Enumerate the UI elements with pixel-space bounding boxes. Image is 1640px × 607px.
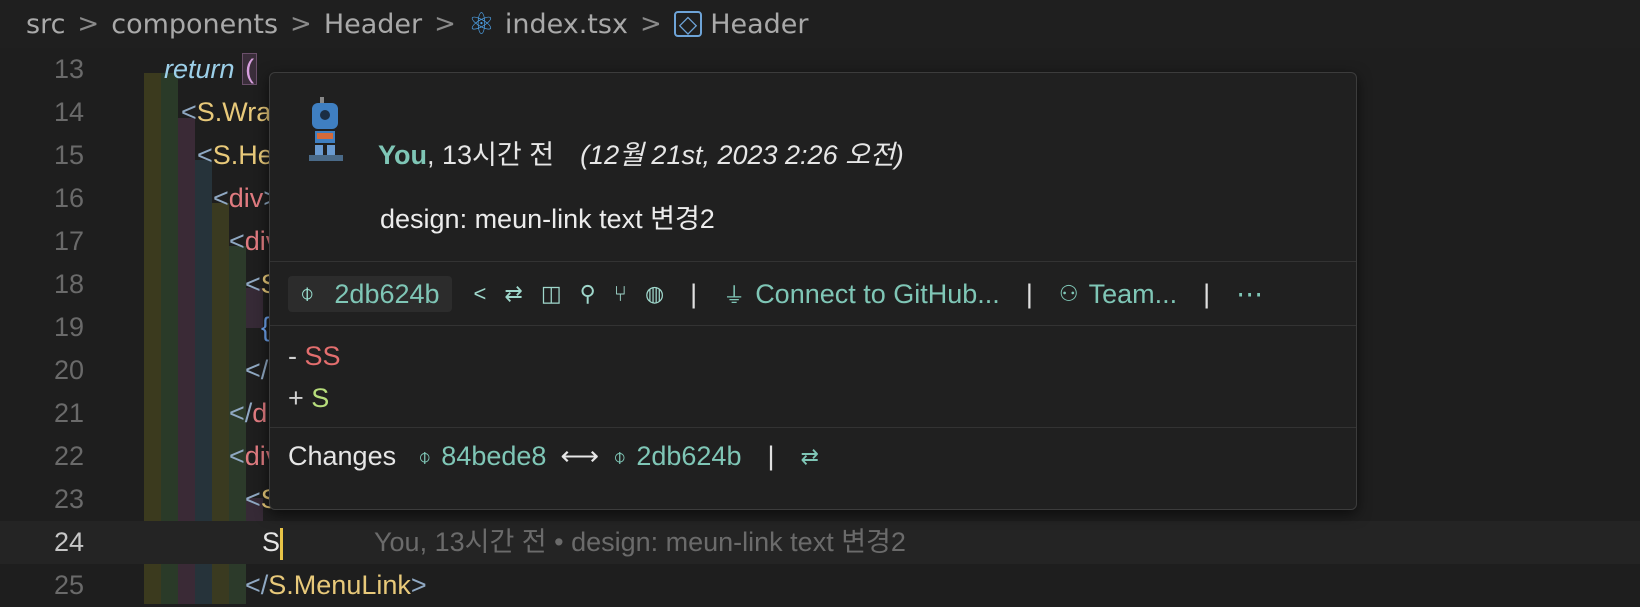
breadcrumb: src > components > Header > ⚛ index.tsx … <box>0 0 1640 48</box>
globe-icon[interactable]: ◍ <box>645 281 664 307</box>
react-icon: ⚛ <box>467 6 495 42</box>
symbol-icon: ◇ <box>673 11 703 37</box>
more-actions-icon[interactable]: ⋯ <box>1236 279 1263 310</box>
bracket-match: ( <box>242 53 258 85</box>
commit-message: design: meun-link text 변경2 <box>380 204 715 234</box>
inline-blame[interactable]: You, 13시간 전 • design: meun-link text 변경2 <box>374 521 906 564</box>
commit-date: (12월 21st, 2023 2:26 오전) <box>580 140 904 170</box>
from-sha-link[interactable]: 84bede8 <box>441 441 546 472</box>
previous-revision-icon[interactable]: < <box>474 281 487 307</box>
divider <box>270 261 1356 262</box>
diff-added-text: S <box>311 383 330 413</box>
code-line-current[interactable]: 24 S You, 13시간 전 • design: meun-link tex… <box>0 521 1640 564</box>
text-content: S <box>262 527 281 557</box>
chevron-right-icon: > <box>639 9 662 39</box>
plug-icon: ⏚ <box>723 283 746 308</box>
git-commit-icon: ⌽ <box>613 443 627 469</box>
commit-sha-button[interactable]: ⌽ 2db624b <box>288 276 452 312</box>
separator: | <box>1203 278 1211 309</box>
commit-actions-bar: ⌽ 2db624b < ⇄ ◫ ⚲ ⑂ ◍ | ⏚ Connect to Git… <box>288 276 1263 312</box>
breadcrumb-src[interactable]: src <box>26 9 65 40</box>
chevron-right-icon: > <box>434 9 456 39</box>
connect-github-link[interactable]: Connect to GitHub... <box>755 279 1000 310</box>
html-tag: div <box>228 183 264 213</box>
code-line[interactable]: 25 </S.MenuLink> <box>0 564 1640 607</box>
relative-time: , 13시간 전 <box>427 140 555 170</box>
author-avatar <box>309 97 343 161</box>
chevron-right-icon: > <box>290 9 312 39</box>
separator: | <box>1025 278 1033 309</box>
open-changes-icon[interactable]: ◫ <box>541 281 562 307</box>
line-number: 16 <box>53 183 84 213</box>
to-sha-link[interactable]: 2db624b <box>636 441 741 472</box>
line-number: 22 <box>53 441 84 471</box>
jsx-tag: S.MenuLink <box>268 570 411 600</box>
text-cursor <box>280 527 284 560</box>
line-number: 23 <box>53 484 84 514</box>
line-number: 19 <box>53 312 84 342</box>
diff-plus-sign: + <box>288 383 312 413</box>
breadcrumb-file[interactable]: index.tsx <box>505 9 628 40</box>
return-keyword: return <box>164 54 235 84</box>
breadcrumb-header-folder[interactable]: Header <box>324 9 422 40</box>
line-number: 14 <box>53 97 84 127</box>
chevron-right-icon: > <box>77 9 100 39</box>
git-commit-icon: ⌽ <box>418 443 432 469</box>
breadcrumb-symbol[interactable]: Header <box>710 9 808 40</box>
diff-minus-sign: - <box>288 341 305 371</box>
diff-removed-text: SS <box>304 341 341 371</box>
compare-changes-icon[interactable]: ⇄ <box>800 444 818 470</box>
commit-graph-icon[interactable]: ⑂ <box>614 281 627 307</box>
git-commit-icon: ⌽ <box>300 280 315 307</box>
commit-author-line: You, 13시간 전 (12월 21st, 2023 2:26 오전) <box>378 133 904 172</box>
changes-label: Changes <box>288 441 397 471</box>
compare-changes-icon[interactable]: ⇄ <box>504 281 522 307</box>
line-number: 24 <box>53 527 84 557</box>
diff-removed-line: - SS <box>288 341 341 372</box>
search-icon[interactable]: ⚲ <box>580 281 596 307</box>
changes-row: Changes ⌽ 84bede8 ⟷ ⌽ 2db624b | ⇄ <box>288 441 819 472</box>
separator: | <box>690 278 698 309</box>
git-blame-hover-card: You, 13시간 전 (12월 21st, 2023 2:26 오전) desi… <box>269 72 1357 510</box>
line-number: 21 <box>53 398 84 428</box>
line-number: 13 <box>53 54 84 84</box>
arrow-icon: ⟷ <box>560 441 600 471</box>
diff-added-line: + S <box>288 383 329 414</box>
breadcrumb-components[interactable]: components <box>111 9 278 40</box>
team-icon: ⚇ <box>1058 281 1079 306</box>
jsx-tag: S.He <box>212 140 273 170</box>
divider <box>270 325 1356 326</box>
separator: | <box>767 441 775 471</box>
line-number: 25 <box>53 570 84 600</box>
line-number: 18 <box>53 269 84 299</box>
team-link[interactable]: Team... <box>1089 279 1178 310</box>
line-number: 15 <box>53 140 84 170</box>
author-name[interactable]: You <box>378 140 427 170</box>
line-number: 20 <box>53 355 84 385</box>
divider <box>270 427 1356 428</box>
commit-sha: 2db624b <box>334 278 440 309</box>
line-number: 17 <box>53 226 84 256</box>
